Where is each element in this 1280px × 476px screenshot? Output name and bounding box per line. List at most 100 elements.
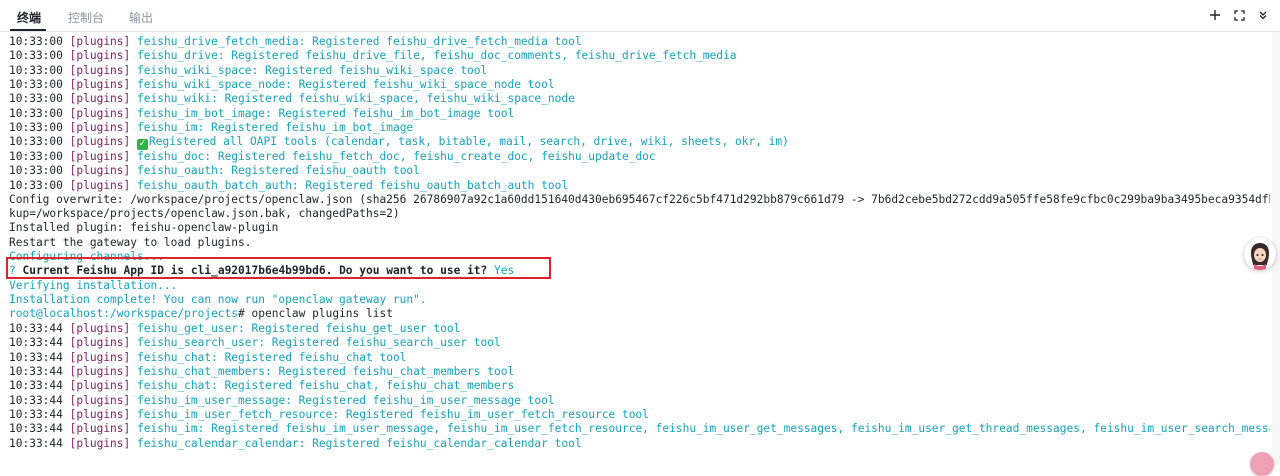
- log-time: 10:33:00: [9, 35, 63, 48]
- log-line: 10:33:44 [plugins] feishu_chat: Register…: [9, 351, 406, 365]
- log-tag: [plugins]: [69, 436, 131, 450]
- log-tag: [plugins]: [69, 322, 131, 335]
- check-icon: ✓: [137, 139, 149, 151]
- prompt-path: :/workspace/projects: [103, 307, 239, 320]
- log-line: 10:33:44 [plugins] feishu_calendar_calen…: [9, 437, 582, 451]
- log-line: 10:33:00 [plugins] feishu_wiki_space_nod…: [9, 78, 555, 92]
- log-time: 10:33:00: [9, 149, 63, 163]
- config-overwrite-line: Config overwrite: /workspace/projects/op…: [9, 193, 1270, 206]
- log-tag: [plugins]: [69, 379, 131, 393]
- log-line: 10:33:00 [plugins] feishu_doc: Registere…: [9, 150, 656, 164]
- panel-actions: [1208, 7, 1270, 23]
- log-message: feishu_wiki_space: Registered feishu_wik…: [137, 63, 488, 77]
- panel-header: 终端 控制台 输出: [0, 0, 1280, 32]
- log-tag: [plugins]: [69, 336, 131, 350]
- log-line: 10:33:00 [plugins] feishu_im_bot_image: …: [9, 107, 514, 121]
- log-time: 10:33:44: [9, 336, 63, 350]
- prompt-symbol: #: [238, 307, 245, 320]
- log-line: 10:33:44 [plugins] feishu_get_user: Regi…: [9, 322, 460, 336]
- log-line: 10:33:00 [plugins] ✓ Registered all OAPI …: [9, 135, 789, 151]
- active-tab-indicator: [10, 29, 46, 31]
- restart-line: Restart the gateway to load plugins.: [9, 236, 252, 249]
- floating-avatar-icon[interactable]: [1250, 452, 1274, 476]
- log-tag: [plugins]: [69, 78, 131, 92]
- log-message: feishu_chat: Registered feishu_chat tool: [137, 350, 407, 364]
- log-message: feishu_im_user_message: Registered feish…: [137, 393, 555, 407]
- plus-icon[interactable]: [1208, 7, 1222, 23]
- shell-prompt-line: root@localhost:/workspace/projects# open…: [9, 307, 393, 321]
- log-tag: [plugins]: [69, 121, 131, 135]
- log-time: 10:33:44: [9, 350, 63, 364]
- log-tag: [plugins]: [69, 106, 131, 120]
- log-line: 10:33:00 [plugins] feishu_drive: Registe…: [9, 49, 736, 63]
- log-message: feishu_calendar_calendar: Registered fei…: [137, 436, 582, 450]
- fullscreen-icon[interactable]: [1232, 7, 1246, 23]
- highlight-box: [6, 257, 551, 279]
- log-message: feishu_im: Registered feishu_im_bot_imag…: [137, 121, 414, 135]
- log-tag: [plugins]: [69, 49, 131, 63]
- log-time: 10:33:00: [9, 106, 63, 120]
- log-tag: [plugins]: [69, 408, 131, 422]
- log-time: 10:33:00: [9, 178, 63, 192]
- log-line: 10:33:44 [plugins] feishu_im_user_fetch_…: [9, 408, 649, 422]
- log-time: 10:33:44: [9, 322, 63, 335]
- log-tag: [plugins]: [69, 63, 131, 77]
- log-time: 10:33:44: [9, 408, 63, 422]
- log-line: 10:33:44 [plugins] feishu_chat_members: …: [9, 365, 514, 379]
- log-message: feishu_search_user: Registered feishu_se…: [137, 336, 501, 350]
- log-tag: [plugins]: [69, 350, 131, 364]
- log-line: 10:33:44 [plugins] feishu_search_user: R…: [9, 336, 501, 350]
- log-message: feishu_chat_members: Registered feishu_c…: [137, 365, 515, 379]
- log-time: 10:33:00: [9, 135, 63, 149]
- prompt-user: root@localhost: [9, 307, 104, 320]
- log-tag: [plugins]: [69, 365, 131, 379]
- log-tag: [plugins]: [69, 35, 131, 48]
- config-overwrite-line-cont: kup=/workspace/projects/openclaw.json.ba…: [9, 207, 400, 220]
- log-time: 10:33:00: [9, 49, 63, 63]
- verifying-line: Verifying installation...: [9, 279, 178, 292]
- log-tag: [plugins]: [69, 92, 131, 106]
- log-time: 10:33:44: [9, 365, 63, 379]
- log-time: 10:33:44: [9, 379, 63, 393]
- tab-output[interactable]: 输出: [129, 9, 153, 26]
- log-time: 10:33:00: [9, 63, 63, 77]
- log-time: 10:33:00: [9, 78, 63, 92]
- log-message: Registered all OAPI tools (calendar, tas…: [149, 135, 789, 149]
- log-message: feishu_im_bot_image: Registered feishu_i…: [137, 106, 515, 120]
- log-message: feishu_im_user_fetch_resource: Registere…: [137, 408, 649, 422]
- terminal-output[interactable]: 10:33:00 [plugins] feishu_drive_fetch_me…: [0, 32, 1270, 465]
- log-tag: [plugins]: [69, 178, 131, 192]
- log-line: 10:33:00 [plugins] feishu_oauth: Registe…: [9, 164, 420, 178]
- log-tag: [plugins]: [69, 149, 131, 163]
- log-message: feishu_drive_fetch_media: Registered fei…: [137, 35, 582, 48]
- log-time: 10:33:44: [9, 422, 63, 436]
- log-tag: [plugins]: [69, 135, 131, 149]
- log-time: 10:33:00: [9, 164, 63, 178]
- log-line: 10:33:00 [plugins] feishu_wiki: Register…: [9, 92, 575, 106]
- prompt-command: openclaw plugins list: [244, 307, 393, 320]
- log-message: feishu_im: Registered feishu_im_user_mes…: [137, 422, 1270, 436]
- log-line: 10:33:00 [plugins] feishu_drive_fetch_me…: [9, 35, 582, 49]
- log-message: feishu_wiki_space_node: Registered feish…: [137, 78, 555, 92]
- log-message: feishu_chat: Registered feishu_chat, fei…: [137, 379, 515, 393]
- log-message: feishu_wiki: Registered feishu_wiki_spac…: [137, 92, 575, 106]
- log-line: 10:33:44 [plugins] feishu_im: Registered…: [9, 422, 1270, 436]
- tab-console[interactable]: 控制台: [68, 9, 104, 26]
- chevron-down-icon[interactable]: [1256, 7, 1270, 23]
- log-tag: [plugins]: [69, 164, 131, 178]
- log-line: 10:33:00 [plugins] feishu_im: Registered…: [9, 121, 413, 135]
- log-message: feishu_oauth_batch_auth: Registered feis…: [137, 178, 569, 192]
- log-message: feishu_doc: Registered feishu_fetch_doc,…: [137, 149, 656, 163]
- log-time: 10:33:44: [9, 436, 63, 450]
- install-complete-line: Installation complete! You can now run "…: [9, 293, 427, 306]
- log-message: feishu_oauth: Registered feishu_oauth to…: [137, 164, 420, 178]
- log-tag: [plugins]: [69, 393, 131, 407]
- assistant-avatar[interactable]: [1244, 238, 1276, 270]
- log-message: feishu_get_user: Registered feishu_get_u…: [137, 322, 461, 335]
- log-line: 10:33:00 [plugins] feishu_wiki_space: Re…: [9, 64, 487, 78]
- log-time: 10:33:00: [9, 121, 63, 135]
- tab-terminal[interactable]: 终端: [17, 9, 41, 26]
- installed-plugin-line: Installed plugin: feishu-openclaw-plugin: [9, 221, 279, 234]
- log-time: 10:33:44: [9, 393, 63, 407]
- log-message: feishu_drive: Registered feishu_drive_fi…: [137, 49, 737, 63]
